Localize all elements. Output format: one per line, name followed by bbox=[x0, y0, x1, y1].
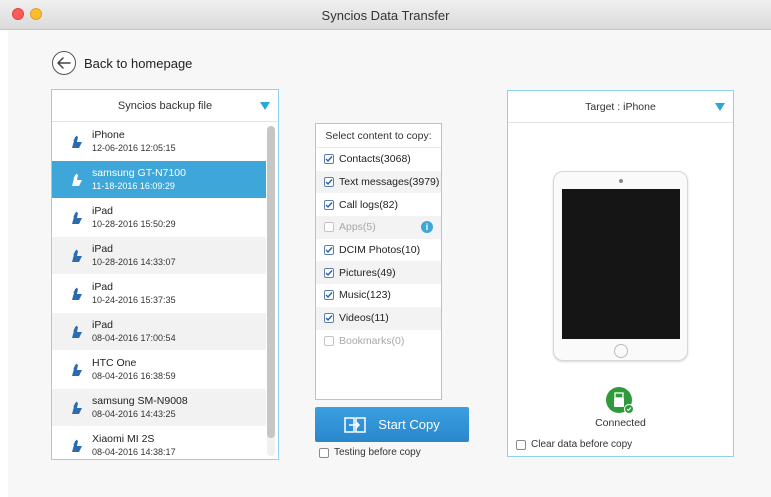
backup-device-name: iPad bbox=[92, 280, 114, 293]
start-copy-label: Start Copy bbox=[378, 417, 440, 432]
content-option-label: Bookmarks(0) bbox=[339, 334, 405, 347]
backup-list-item[interactable]: samsung SM-N9008 08-04-2016 14:43:25 bbox=[52, 389, 266, 427]
target-dropdown-label: Target : iPhone bbox=[585, 100, 656, 113]
backup-list-item[interactable]: iPhone 12-06-2016 12:05:15 bbox=[52, 123, 266, 161]
transfer-icon bbox=[344, 416, 367, 433]
backup-list-item[interactable]: iPad 10-24-2016 15:37:35 bbox=[52, 275, 266, 313]
backup-device-name: iPad bbox=[92, 242, 114, 255]
source-dropdown-label: Syncios backup file bbox=[117, 99, 213, 112]
android-device-icon bbox=[68, 171, 86, 189]
content-option-label: Music(123) bbox=[339, 289, 391, 302]
content-option: Bookmarks(0) bbox=[316, 330, 441, 353]
clear-data-option[interactable]: Clear data before copy bbox=[516, 439, 632, 450]
backup-device-name: iPhone bbox=[92, 128, 125, 141]
android-device-icon bbox=[68, 437, 86, 455]
content-option-label: Pictures(49) bbox=[339, 266, 396, 279]
backup-date: 08-04-2016 14:38:17 bbox=[92, 446, 176, 457]
backup-date: 08-04-2016 17:00:54 bbox=[92, 332, 176, 343]
backup-device-name: samsung GT-N7100 bbox=[92, 166, 186, 179]
content-option[interactable]: Videos(11) bbox=[316, 306, 441, 330]
android-device-icon bbox=[68, 133, 86, 151]
backup-list-item[interactable]: HTC One 08-04-2016 16:38:59 bbox=[52, 351, 266, 389]
android-device-icon bbox=[68, 399, 86, 417]
target-dropdown[interactable]: Target : iPhone bbox=[508, 91, 733, 123]
source-dropdown[interactable]: Syncios backup file bbox=[52, 90, 278, 122]
backup-date: 08-04-2016 16:38:59 bbox=[92, 370, 176, 381]
content-option: Apps(5) i bbox=[316, 216, 441, 239]
android-device-icon bbox=[68, 361, 86, 379]
target-device-image bbox=[553, 171, 688, 361]
backup-list: iPhone 12-06-2016 12:05:15 samsung GT-N710… bbox=[52, 123, 266, 459]
content-option-label: Call logs(82) bbox=[339, 198, 398, 211]
backup-device-name: iPad bbox=[92, 204, 114, 217]
clear-data-checkbox[interactable] bbox=[516, 439, 526, 450]
left-arrow-circle-icon bbox=[52, 51, 76, 75]
info-icon[interactable]: i bbox=[421, 221, 433, 234]
backup-date: 08-04-2016 14:43:25 bbox=[92, 408, 176, 419]
device-home-button bbox=[614, 344, 628, 358]
backup-date: 11-18-2016 16:09:29 bbox=[92, 180, 175, 191]
back-to-homepage-link[interactable]: Back to homepage bbox=[52, 50, 192, 76]
backup-list-item[interactable]: Xiaomi MI 2S 08-04-2016 14:38:17 bbox=[52, 427, 266, 459]
backup-device-name: samsung SM-N9008 bbox=[92, 394, 188, 407]
clear-data-label: Clear data before copy bbox=[531, 439, 633, 450]
content-option-label: Contacts(3068) bbox=[339, 153, 411, 166]
content-checkbox bbox=[324, 335, 334, 346]
content-option[interactable]: Music(123) bbox=[316, 284, 441, 307]
android-device-icon bbox=[68, 247, 86, 265]
testing-before-copy-checkbox[interactable] bbox=[319, 447, 329, 458]
content-option[interactable]: Call logs(82) bbox=[316, 193, 441, 216]
content-checkbox[interactable] bbox=[324, 313, 334, 324]
backup-device-name: HTC One bbox=[92, 356, 137, 369]
device-camera bbox=[619, 179, 623, 183]
dropdown-triangle-icon[interactable] bbox=[260, 102, 270, 110]
content-option[interactable]: Text messages(3979) bbox=[316, 170, 441, 194]
connection-status: Connected bbox=[595, 417, 646, 429]
backup-date: 10-24-2016 15:37:35 bbox=[92, 294, 176, 305]
backup-list-scrollbar-thumb[interactable] bbox=[267, 126, 275, 438]
testing-before-copy-option[interactable]: Testing before copy bbox=[319, 447, 421, 458]
content-option-label: DCIM Photos(10) bbox=[339, 244, 421, 257]
android-device-icon bbox=[68, 209, 86, 227]
android-device-icon bbox=[68, 323, 86, 341]
content-panel-header: Select content to copy: bbox=[316, 124, 441, 148]
title-bar: Syncios Data Transfer bbox=[0, 0, 771, 30]
content-option[interactable]: DCIM Photos(10) bbox=[316, 239, 441, 262]
back-to-homepage-label: Back to homepage bbox=[84, 55, 193, 71]
source-backup-panel: Syncios backup file iPhone 12-06-2016 12:… bbox=[51, 89, 279, 460]
android-device-icon bbox=[68, 285, 86, 303]
backup-list-item[interactable]: iPad 10-28-2016 14:33:07 bbox=[52, 237, 266, 275]
backup-date: 10-28-2016 15:50:29 bbox=[92, 218, 176, 229]
backup-device-name: Xiaomi MI 2S bbox=[92, 432, 155, 445]
content-option-label: Videos(11) bbox=[339, 312, 389, 325]
content-checkbox[interactable] bbox=[324, 267, 334, 278]
testing-before-copy-label: Testing before copy bbox=[334, 447, 421, 458]
content-option[interactable]: Contacts(3068) bbox=[316, 148, 441, 171]
device-screen bbox=[562, 189, 680, 339]
backup-date: 12-06-2016 12:05:15 bbox=[92, 142, 176, 153]
content-option-label: Apps(5) bbox=[339, 221, 376, 234]
content-checkbox[interactable] bbox=[324, 177, 334, 188]
start-copy-button[interactable]: Start Copy bbox=[315, 407, 469, 442]
target-device-panel: Target : iPhone Connected Clear data bef… bbox=[507, 90, 734, 457]
content-checkbox bbox=[324, 222, 334, 233]
content-checkbox[interactable] bbox=[324, 154, 334, 165]
backup-device-name: iPad bbox=[92, 318, 114, 331]
content-checkbox[interactable] bbox=[324, 199, 334, 210]
check-icon bbox=[624, 404, 634, 414]
content-selection-panel: Select content to copy: Contacts(3068) Te… bbox=[315, 123, 442, 400]
content-option[interactable]: Pictures(49) bbox=[316, 261, 441, 285]
backup-list-item[interactable]: iPad 10-28-2016 15:50:29 bbox=[52, 199, 266, 237]
content-option-label: Text messages(3979) bbox=[339, 176, 440, 189]
content-checkbox[interactable] bbox=[324, 290, 334, 301]
backup-list-item[interactable]: iPad 08-04-2016 17:00:54 bbox=[52, 313, 266, 351]
backup-list-item[interactable]: samsung GT-N7100 11-18-2016 16:09:29 bbox=[52, 161, 266, 199]
dropdown-triangle-icon[interactable] bbox=[715, 103, 725, 111]
content-checkbox[interactable] bbox=[324, 245, 334, 256]
backup-date: 10-28-2016 14:33:07 bbox=[92, 256, 176, 267]
window-title: Syncios Data Transfer bbox=[321, 8, 450, 23]
content-list: Contacts(3068) Text messages(3979) Call lo… bbox=[316, 148, 441, 352]
